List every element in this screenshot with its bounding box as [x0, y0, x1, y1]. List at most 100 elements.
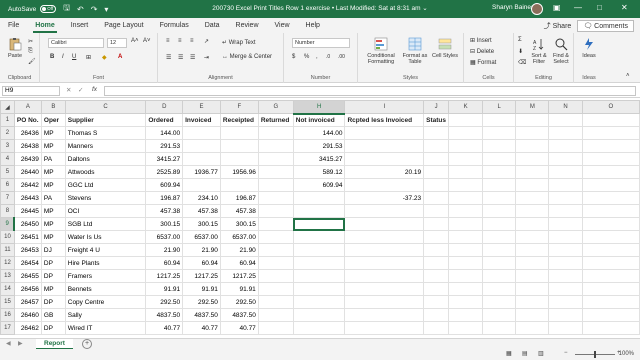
cell-h3[interactable]: 291.53: [292, 139, 346, 153]
tab-data[interactable]: Data: [197, 18, 228, 33]
prev-sheet-icon[interactable]: ◀: [6, 340, 11, 347]
top-align-icon[interactable]: ≡: [166, 38, 170, 44]
cell-n5[interactable]: [548, 165, 583, 179]
font-color-icon[interactable]: A: [118, 54, 122, 60]
cell-h6[interactable]: 609.94: [292, 178, 346, 192]
ideas-button[interactable]: Ideas: [578, 37, 600, 59]
row-header[interactable]: 11: [0, 243, 15, 257]
cell-m11[interactable]: [515, 243, 550, 257]
cell-i9[interactable]: [344, 217, 425, 231]
cell-e14[interactable]: 91.91: [182, 282, 221, 296]
cell-k11[interactable]: [448, 243, 484, 257]
cell-k7[interactable]: [448, 191, 484, 205]
cell-f11[interactable]: 21.90: [219, 243, 259, 257]
column-header-a[interactable]: A: [13, 100, 42, 114]
cell-o4[interactable]: [581, 152, 640, 166]
cell-k9[interactable]: [448, 217, 484, 231]
column-header-i[interactable]: I: [344, 100, 425, 114]
cell-b17[interactable]: DP: [40, 321, 66, 335]
maximize-icon[interactable]: □: [597, 3, 602, 12]
cell-c11[interactable]: Freight 4 U: [64, 243, 147, 257]
align-right-icon[interactable]: ☰: [190, 54, 195, 61]
copy-icon[interactable]: ⎘: [28, 48, 33, 55]
avatar[interactable]: [531, 3, 543, 15]
cell-c14[interactable]: Bennets: [64, 282, 147, 296]
tab-home[interactable]: Home: [27, 18, 62, 33]
cell-m4[interactable]: [515, 152, 550, 166]
row-header[interactable]: 1: [0, 113, 15, 127]
cell-a9[interactable]: 26450: [13, 217, 42, 231]
cell-l2[interactable]: [482, 126, 517, 140]
cell-c3[interactable]: Manners: [64, 139, 147, 153]
cell-k3[interactable]: [448, 139, 484, 153]
cell-h2[interactable]: 144.00: [292, 126, 346, 140]
cell-o6[interactable]: [581, 178, 640, 192]
insert-function-button[interactable]: fx: [92, 86, 97, 93]
row-header[interactable]: 12: [0, 256, 15, 270]
insert-cells-button[interactable]: ⊞ Insert: [470, 37, 492, 44]
undo-icon[interactable]: ↶: [77, 5, 84, 14]
cell-e2[interactable]: [182, 126, 221, 140]
cell-h10[interactable]: [292, 230, 346, 244]
cell-e17[interactable]: 40.77: [182, 321, 221, 335]
cell-n10[interactable]: [548, 230, 583, 244]
cell-j5[interactable]: [423, 165, 450, 179]
cell-j3[interactable]: [423, 139, 450, 153]
column-header-o[interactable]: O: [581, 100, 640, 114]
cell-l3[interactable]: [482, 139, 517, 153]
cell-m8[interactable]: [515, 204, 550, 218]
cell-n4[interactable]: [548, 152, 583, 166]
cell-k8[interactable]: [448, 204, 484, 218]
column-header-k[interactable]: K: [448, 100, 484, 114]
row-header[interactable]: 9: [0, 217, 16, 231]
cell-d17[interactable]: 40.77: [145, 321, 184, 335]
cell-b4[interactable]: PA: [40, 152, 66, 166]
cell-o13[interactable]: [581, 269, 640, 283]
cell-f15[interactable]: 292.50: [219, 295, 259, 309]
cell-a5[interactable]: 26440: [13, 165, 42, 179]
cell-d2[interactable]: 144.00: [145, 126, 184, 140]
column-header-l[interactable]: L: [482, 100, 517, 114]
cell-j13[interactable]: [423, 269, 450, 283]
cell-e16[interactable]: 4837.50: [182, 308, 221, 322]
column-header-n[interactable]: N: [548, 100, 583, 114]
comma-style-icon[interactable]: ,: [316, 54, 318, 60]
cell-o1[interactable]: [581, 113, 640, 127]
cell-e15[interactable]: 292.50: [182, 295, 221, 309]
user-name[interactable]: Sharyn Baines: [492, 4, 534, 11]
cell-e3[interactable]: [182, 139, 221, 153]
cell-e9[interactable]: 300.15: [182, 217, 221, 231]
cell-g10[interactable]: [257, 230, 294, 244]
cell-b5[interactable]: MP: [40, 165, 66, 179]
cell-n17[interactable]: [548, 321, 583, 335]
comments-button[interactable]: 🗨 Comments: [577, 20, 634, 32]
autosave-toggle[interactable]: Off: [40, 5, 57, 13]
tab-formulas[interactable]: Formulas: [152, 18, 197, 33]
cell-k12[interactable]: [448, 256, 484, 270]
cell-l4[interactable]: [482, 152, 517, 166]
cell-a1[interactable]: PO No.: [13, 113, 42, 127]
currency-icon[interactable]: $: [292, 54, 295, 60]
cell-k15[interactable]: [448, 295, 484, 309]
cell-a11[interactable]: 26453: [13, 243, 42, 257]
cell-a14[interactable]: 26456: [13, 282, 42, 296]
cell-c15[interactable]: Copy Centre: [64, 295, 147, 309]
cell-a15[interactable]: 26457: [13, 295, 42, 309]
cell-l8[interactable]: [482, 204, 517, 218]
cell-b6[interactable]: MP: [40, 178, 66, 192]
cell-j14[interactable]: [423, 282, 450, 296]
cell-f2[interactable]: [219, 126, 259, 140]
cell-m7[interactable]: [515, 191, 550, 205]
cell-g13[interactable]: [257, 269, 294, 283]
cell-i8[interactable]: [344, 204, 425, 218]
share-button[interactable]: ⤴ Share: [544, 21, 572, 31]
wrap-text-button[interactable]: ↵ Wrap Text: [222, 39, 256, 46]
cell-c10[interactable]: Water Is Us: [64, 230, 147, 244]
cell-f17[interactable]: 40.77: [219, 321, 259, 335]
row-header[interactable]: 8: [0, 204, 15, 218]
cell-g6[interactable]: [257, 178, 294, 192]
column-header-c[interactable]: C: [64, 100, 147, 114]
cell-f7[interactable]: 196.87: [219, 191, 259, 205]
cell-g2[interactable]: [257, 126, 294, 140]
collapse-ribbon-icon[interactable]: ˄: [626, 73, 630, 79]
